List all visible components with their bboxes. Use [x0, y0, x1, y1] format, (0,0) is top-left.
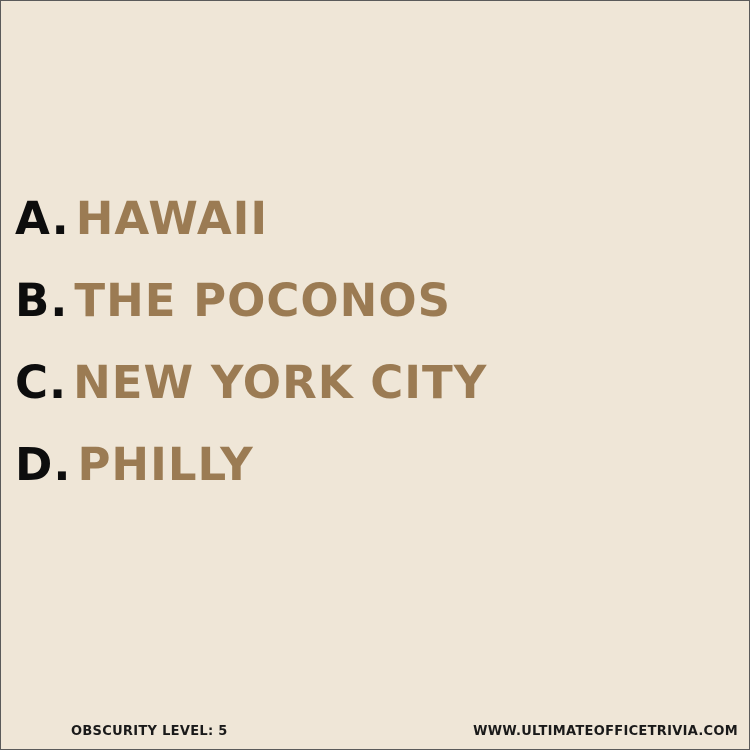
answer-option-c: C. NEW YORK CITY: [15, 341, 735, 423]
answer-option-d: D. PHILLY: [15, 423, 735, 505]
answer-option-b: B. THE POCONOS: [15, 259, 735, 341]
answer-option-a: A. HAWAII: [15, 177, 735, 259]
answer-letter: A.: [15, 191, 70, 245]
answer-text: PHILLY: [77, 437, 254, 491]
answer-letter: B.: [15, 273, 69, 327]
answer-letter: C.: [15, 355, 68, 409]
answer-letter: D.: [15, 437, 72, 491]
obscurity-level: OBSCURITY LEVEL: 5: [71, 724, 228, 739]
website-url: WWW.ULTIMATEOFFICETRIVIA.COM: [473, 724, 738, 739]
answer-list: A. HAWAII B. THE POCONOS C. NEW YORK CIT…: [15, 177, 735, 505]
answer-text: NEW YORK CITY: [73, 355, 488, 409]
answer-text: HAWAII: [75, 191, 269, 245]
answer-text: THE POCONOS: [74, 273, 452, 327]
trivia-card: A. HAWAII B. THE POCONOS C. NEW YORK CIT…: [0, 0, 750, 750]
